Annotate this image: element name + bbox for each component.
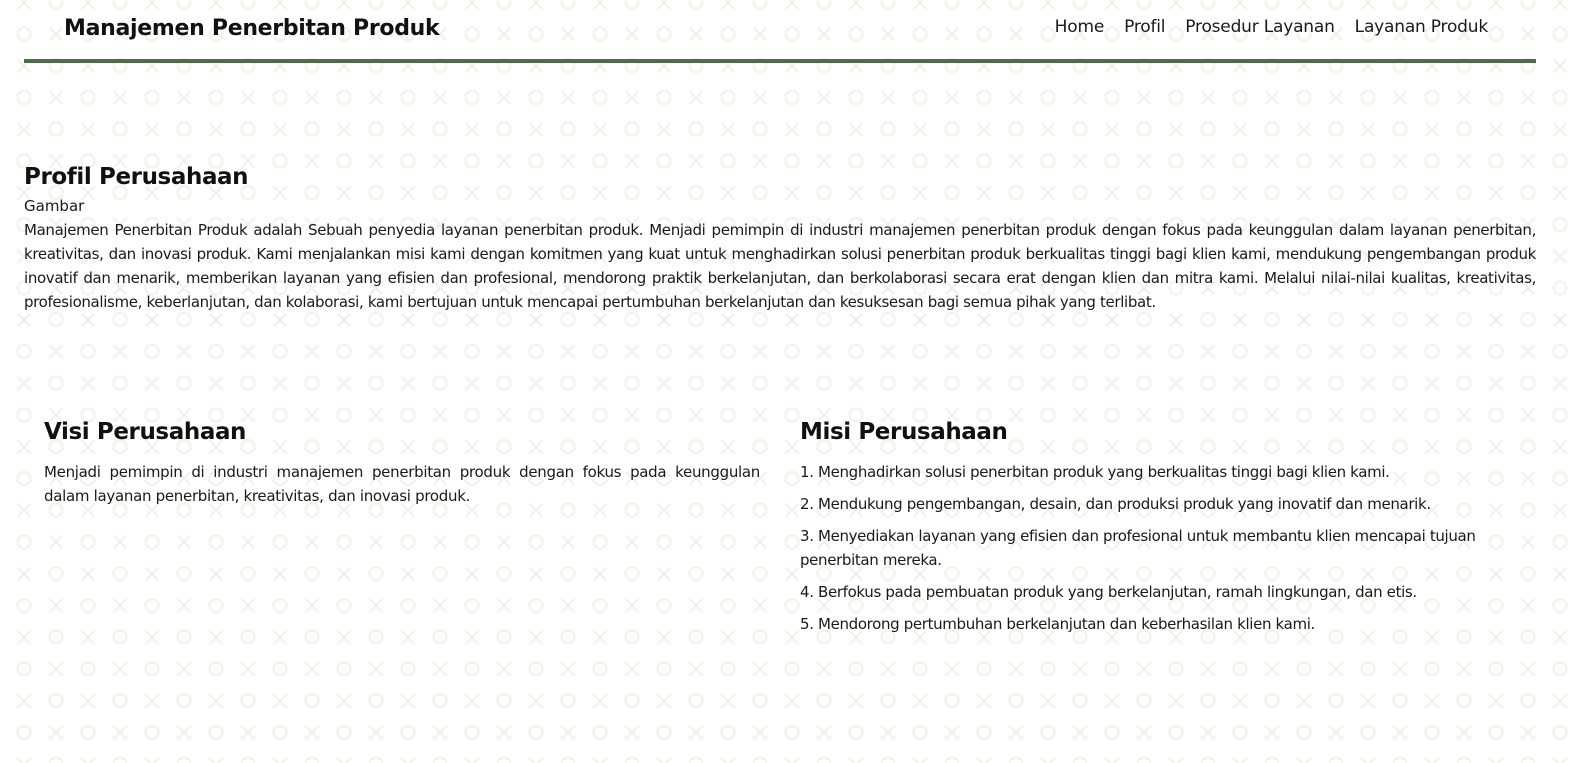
misi-item: 2. Mendukung pengembangan, desain, dan p… [800,495,1431,513]
misi-list: 1. Menghadirkan solusi penerbitan produk… [800,460,1512,636]
brand-title[interactable]: Manajemen Penerbitan Produk [64,16,440,41]
profil-title: Profil Perusahaan [24,164,249,190]
visi-description: Menjadi pemimpin di industri manajemen p… [44,463,760,505]
visi-title: Visi Perusahaan [44,419,247,445]
nav-profil[interactable]: Profil [1124,17,1165,37]
profil-description: Manajemen Penerbitan Produk adalah Sebua… [24,221,1536,311]
nav-prosedur-layanan[interactable]: Prosedur Layanan [1185,17,1335,37]
misi-section: Misi Perusahaan 1. Menghadirkan solusi p… [800,417,1512,644]
misi-item: 5. Mendorong pertumbuhan berkelanjutan d… [800,615,1315,633]
misi-title: Misi Perusahaan [800,419,1008,445]
visi-section: Visi Perusahaan Menjadi pemimpin di indu… [44,417,760,508]
main-nav: Home Profil Prosedur Layanan Layanan Pro… [1055,17,1489,37]
misi-item: 1. Menghadirkan solusi penerbitan produk… [800,463,1390,481]
nav-home[interactable]: Home [1055,17,1105,37]
misi-item: 3. Menyediakan layanan yang efisien dan … [800,527,1476,569]
page: Manajemen Penerbitan Produk Home Profil … [0,0,1576,763]
misi-item: 4. Berfokus pada pembuatan produk yang b… [800,583,1417,601]
profil-section: Profil Perusahaan Gambar Manajemen Pener… [24,162,1536,314]
profil-image-placeholder: Gambar [24,197,85,215]
nav-layanan-produk[interactable]: Layanan Produk [1355,17,1489,37]
site-header: Manajemen Penerbitan Produk Home Profil … [24,0,1536,63]
